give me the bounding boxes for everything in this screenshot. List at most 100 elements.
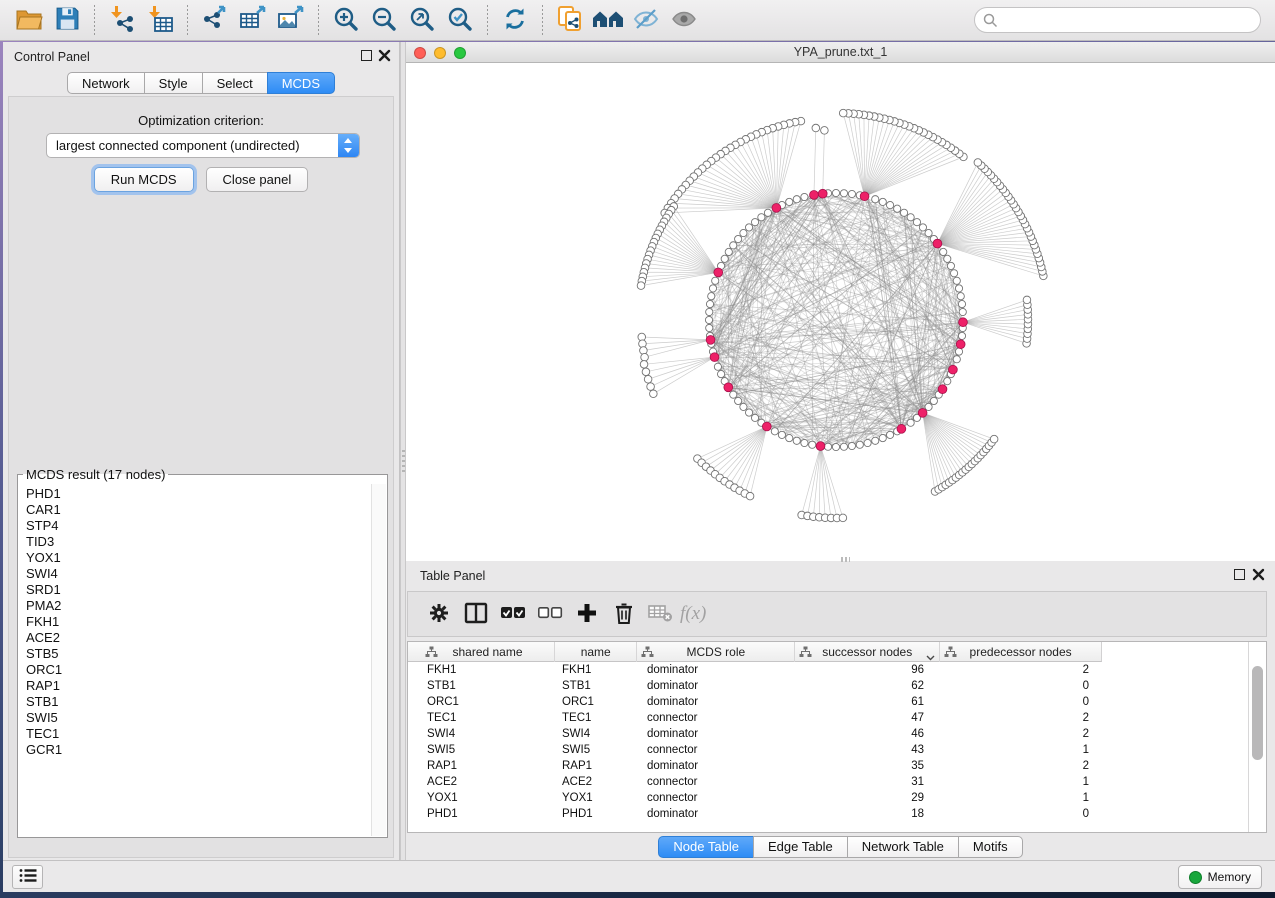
table-cell: 31 [795,774,940,790]
memory-button[interactable]: Memory [1178,865,1262,889]
table-row[interactable]: TEC1TEC1connector472 [421,710,1266,726]
table-row[interactable]: ORC1ORC1dominator610 [421,694,1266,710]
float-panel-button[interactable] [361,50,372,61]
deselect-all-button[interactable] [533,597,567,631]
zoom-selected-button[interactable] [443,4,477,36]
close-panel-button[interactable] [378,49,391,62]
column-header-successor-nodes[interactable]: successor nodes [795,642,940,662]
table-cell: FKH1 [421,662,555,678]
export-table-button[interactable] [236,4,270,36]
select-all-button[interactable] [496,597,530,631]
add-row-button[interactable] [570,597,604,631]
table-cell: STB1 [555,678,637,694]
table-cell: 62 [795,678,940,694]
delete-selected-button[interactable] [607,597,641,631]
mcds-result-title: MCDS result (17 nodes) [23,467,168,482]
column-header-predecessor-nodes[interactable]: predecessor nodes [940,642,1101,662]
table-row[interactable]: PHD1PHD1dominator180 [421,806,1266,822]
memory-label: Memory [1208,870,1251,884]
table-cell: 18 [795,806,940,822]
tab-edge-table[interactable]: Edge Table [753,836,848,858]
mcds-result-item: PMA2 [19,598,372,614]
network-list-button[interactable] [12,865,43,889]
apply-layout-button[interactable] [498,4,532,36]
table-cell: connector [637,710,795,726]
table-cell: connector [637,742,795,758]
tab-mcds[interactable]: MCDS [267,72,335,94]
function-builder-button[interactable]: f(x) [681,597,715,631]
mcds-result-list[interactable]: PHD1CAR1STP4TID3YOX1SWI4SRD1PMA2FKH1ACE2… [19,484,372,836]
optimization-criterion-label: Optimization criterion: [9,113,393,128]
mcds-result-group: MCDS result (17 nodes) PHD1CAR1STP4TID3Y… [17,467,388,838]
mcds-list-scrollbar[interactable] [371,484,386,836]
table-cell: 1 [940,742,1102,758]
mcds-result-item: TEC1 [19,726,372,742]
close-panel-button-mcds[interactable]: Close panel [206,167,309,192]
export-table-icon [239,5,267,36]
network-canvas[interactable] [406,63,1275,561]
mcds-tab-panel: Optimization criterion: largest connecte… [8,96,394,858]
table-scrollbar-thumb[interactable] [1252,666,1263,760]
status-bar: Memory [3,860,1275,892]
hide-selected-button[interactable] [629,4,663,36]
table-cell: SWI4 [421,726,555,742]
table-row[interactable]: YOX1YOX1connector291 [421,790,1266,806]
zoom-out-button[interactable] [367,4,401,36]
toggle-column-panel-button[interactable] [459,597,493,631]
tab-node-table[interactable]: Node Table [658,836,754,858]
network-window-title: YPA_prune.txt_1 [406,45,1275,59]
import-network-button[interactable] [105,4,139,36]
export-image-button[interactable] [274,4,308,36]
table-row[interactable]: RAP1RAP1dominator352 [421,758,1266,774]
table-scrollbar-track [1248,642,1249,832]
tab-network-table[interactable]: Network Table [847,836,959,858]
table-cell: YOX1 [421,790,555,806]
list-icon [19,868,37,886]
save-session-button[interactable] [50,4,84,36]
run-mcds-button[interactable]: Run MCDS [94,167,194,192]
table-cell: YOX1 [555,790,637,806]
tab-style[interactable]: Style [144,72,203,94]
column-header-name[interactable]: name [555,642,637,662]
zoom-fit-button[interactable] [405,4,439,36]
column-header-mcds-role[interactable]: MCDS role [637,642,795,662]
search-field [974,7,1261,33]
table-row[interactable]: STB1STB1dominator620 [421,678,1266,694]
float-table-panel-button[interactable] [1234,569,1245,580]
column-header-shared-name[interactable]: shared name [421,642,555,662]
table-panel: Table Panel f(x) shared name name MCDS r… [406,561,1275,860]
import-table-button[interactable] [143,4,177,36]
table-cell: 43 [795,742,940,758]
search-input[interactable] [974,7,1261,33]
network-graph [406,63,1275,561]
table-cell: 1 [940,790,1102,806]
mcds-result-item: SRD1 [19,582,372,598]
table-row[interactable]: ACE2ACE2connector311 [421,774,1266,790]
table-row[interactable]: SWI5SWI5connector431 [421,742,1266,758]
optimization-criterion-dropdown[interactable]: largest connected component (undirected) [46,133,360,158]
table-row[interactable]: FKH1FKH1dominator962 [421,662,1266,678]
eye-icon [670,6,698,35]
tab-network[interactable]: Network [67,72,145,94]
toolbar-separator [318,5,319,35]
first-neighbors-button[interactable] [591,4,625,36]
new-network-from-selection-button[interactable] [553,4,587,36]
show-all-button[interactable] [667,4,701,36]
toolbar-separator [187,5,188,35]
svg-text:f(x): f(x) [680,603,706,624]
table-row[interactable]: SWI4SWI4dominator462 [421,726,1266,742]
export-network-button[interactable] [198,4,232,36]
refresh-icon [502,6,528,35]
delete-table-button[interactable] [644,597,678,631]
table-cell: SWI4 [555,726,637,742]
mcds-result-item: ACE2 [19,630,372,646]
tab-motifs[interactable]: Motifs [958,836,1023,858]
tab-select[interactable]: Select [202,72,268,94]
table-settings-button[interactable] [422,597,456,631]
open-session-button[interactable] [12,4,46,36]
mcds-result-item: SWI5 [19,710,372,726]
horizontal-splitter-grip-icon[interactable] [841,557,850,562]
close-table-panel-button[interactable] [1252,568,1265,581]
tree-icon [425,646,438,661]
zoom-in-button[interactable] [329,4,363,36]
